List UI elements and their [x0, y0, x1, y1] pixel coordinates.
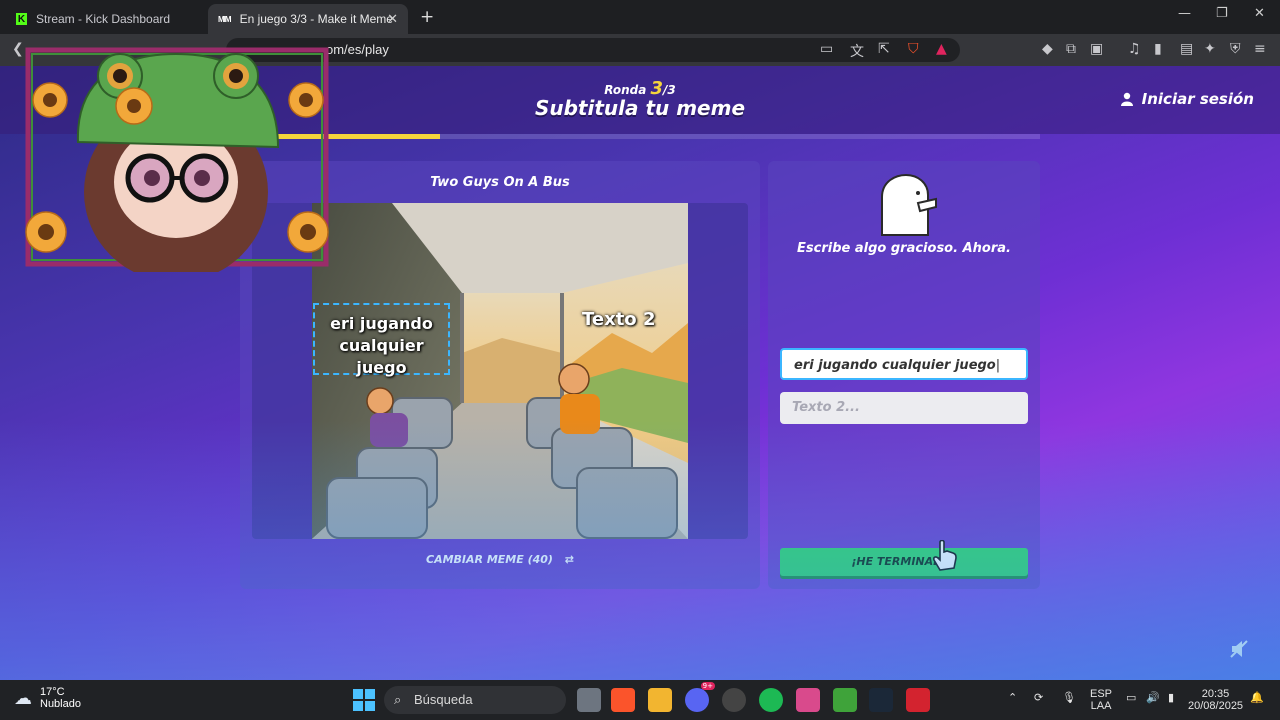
search-icon: ⌕	[394, 692, 402, 707]
vpn-icon[interactable]: ⛨	[1230, 41, 1241, 57]
music-icon[interactable]: ♫	[1128, 41, 1141, 57]
round-progress-bar	[240, 134, 1040, 139]
tray-sync-icon[interactable]: ⟳	[1034, 692, 1043, 704]
cloud-icon: ☁	[14, 687, 32, 708]
discord-badge: 9+	[700, 682, 715, 690]
streamer-avatar-image	[25, 47, 329, 282]
windows-taskbar: ☁ 17°C Nublado ⌕ Búsqueda 9+ ⌃ ⟳ 🎙 ESP L…	[0, 680, 1280, 720]
search-placeholder: Búsqueda	[414, 692, 473, 707]
prompt-text: Escribe algo gracioso. Ahora.	[797, 241, 1011, 256]
taskbar-search[interactable]: ⌕ Búsqueda	[384, 686, 566, 714]
change-meme-button[interactable]: CAMBIAR MEME (40) ⇄	[240, 553, 760, 566]
round-label: Ronda	[604, 83, 647, 97]
cast-icon[interactable]: ▭	[820, 41, 833, 57]
minimize-button[interactable]: —	[1178, 6, 1191, 21]
task-view-icon[interactable]	[577, 688, 601, 712]
new-tab-button[interactable]: +	[420, 7, 434, 27]
streamer-avatar-overlay	[16, 42, 338, 282]
brave-browser-icon[interactable]	[611, 688, 635, 712]
microphone-icon[interactable]: 🎙	[1062, 692, 1076, 704]
battery-icon[interactable]: ▮	[1168, 692, 1174, 704]
change-meme-label: CAMBIAR MEME (40)	[426, 553, 553, 566]
login-button[interactable]: Iniciar sesión	[1120, 90, 1254, 108]
clock-time: 20:35	[1201, 688, 1230, 700]
maximize-button[interactable]: ❐	[1216, 6, 1228, 21]
sidebar-icon[interactable]: ▮	[1154, 41, 1162, 57]
wallet-diamond-icon[interactable]: ◆	[1042, 41, 1053, 57]
weather-temperature: 17°C	[40, 686, 65, 698]
mim-logo-icon: MIM	[218, 14, 232, 24]
close-window-button[interactable]: ✕	[1254, 6, 1265, 21]
menu-icon[interactable]: ≡	[1254, 41, 1266, 57]
wallet-icon[interactable]: ▤	[1180, 41, 1193, 57]
close-tab-icon[interactable]: ✕	[387, 11, 398, 27]
weather-widget[interactable]: ☁ 17°C Nublado	[14, 686, 81, 710]
clock-date: 20/08/2025	[1188, 700, 1244, 712]
share-icon[interactable]: ⇱	[878, 41, 890, 57]
brave-shield-icon[interactable]: ⛉	[908, 41, 919, 57]
hand-cursor-icon	[933, 540, 957, 571]
discord-icon[interactable]: 9+	[685, 682, 715, 712]
tab-title: Stream - Kick Dashboard	[36, 12, 171, 26]
caption-input-2-placeholder: Texto 2...	[792, 400, 860, 415]
meme-text-box-2[interactable]: Texto 2	[582, 309, 655, 330]
browser-tab-bar: K Stream - Kick Dashboard MIM En juego 3…	[0, 0, 1280, 34]
leo-ai-icon[interactable]: ✦	[1204, 41, 1216, 57]
round-total: /3	[663, 83, 676, 97]
caption-input-2[interactable]: Texto 2...	[780, 392, 1028, 424]
obs-icon[interactable]	[722, 688, 746, 712]
swap-icon: ⇄	[564, 553, 574, 566]
kick-logo-icon: K	[16, 13, 27, 25]
screenshot-icon[interactable]: ▣	[1090, 41, 1103, 57]
language-code: ESP	[1090, 688, 1113, 700]
done-button[interactable]: ¡HE TERMINADO!	[780, 548, 1028, 576]
caption-input-1[interactable]: eri jugando cualquier juego|	[780, 348, 1028, 380]
volume-icon[interactable]: 🔊	[1146, 692, 1160, 704]
caption-input-1-value: eri jugando cualquier juego	[794, 358, 996, 373]
clock[interactable]: 20:35 20/08/2025	[1188, 688, 1243, 712]
tab-kick-dashboard[interactable]: K Stream - Kick Dashboard	[6, 4, 206, 34]
notifications-icon[interactable]: 🔔	[1250, 692, 1264, 704]
login-label: Iniciar sesión	[1141, 90, 1254, 108]
mute-sound-icon[interactable]	[1230, 640, 1248, 658]
layout-code: LAA	[1090, 700, 1112, 712]
tab-make-it-meme[interactable]: MIM En juego 3/3 - Make it Meme ✕	[208, 4, 408, 34]
minecraft-icon[interactable]	[833, 688, 857, 712]
ghost-mascot-icon	[881, 173, 937, 236]
translate-icon[interactable]: 文	[850, 41, 864, 61]
windows-start-icon[interactable]	[353, 689, 375, 711]
meme-text-box-1[interactable]: eri jugando cualquier juego	[313, 303, 450, 377]
tab-title: En juego 3/3 - Make it Meme	[239, 12, 393, 26]
tray-chevron-icon[interactable]: ⌃	[1008, 692, 1017, 704]
weather-condition: Nublado	[40, 698, 81, 710]
spotify-icon[interactable]	[759, 688, 783, 712]
caption-form-panel: Escribe algo gracioso. Ahora. eri jugand…	[768, 161, 1040, 589]
user-icon	[1120, 92, 1133, 106]
app-icon[interactable]	[796, 688, 820, 712]
game-launcher-icon[interactable]	[906, 688, 930, 712]
brave-rewards-icon[interactable]: ▲	[936, 41, 947, 57]
file-explorer-icon[interactable]	[648, 688, 672, 712]
network-icon[interactable]: ▭	[1126, 692, 1136, 704]
meme-image: eri jugando cualquier juego Texto 2	[312, 203, 688, 539]
extensions-icon[interactable]: ⧉	[1066, 41, 1076, 57]
steam-icon[interactable]	[869, 688, 893, 712]
keyboard-language[interactable]: ESP LAA	[1090, 688, 1112, 712]
